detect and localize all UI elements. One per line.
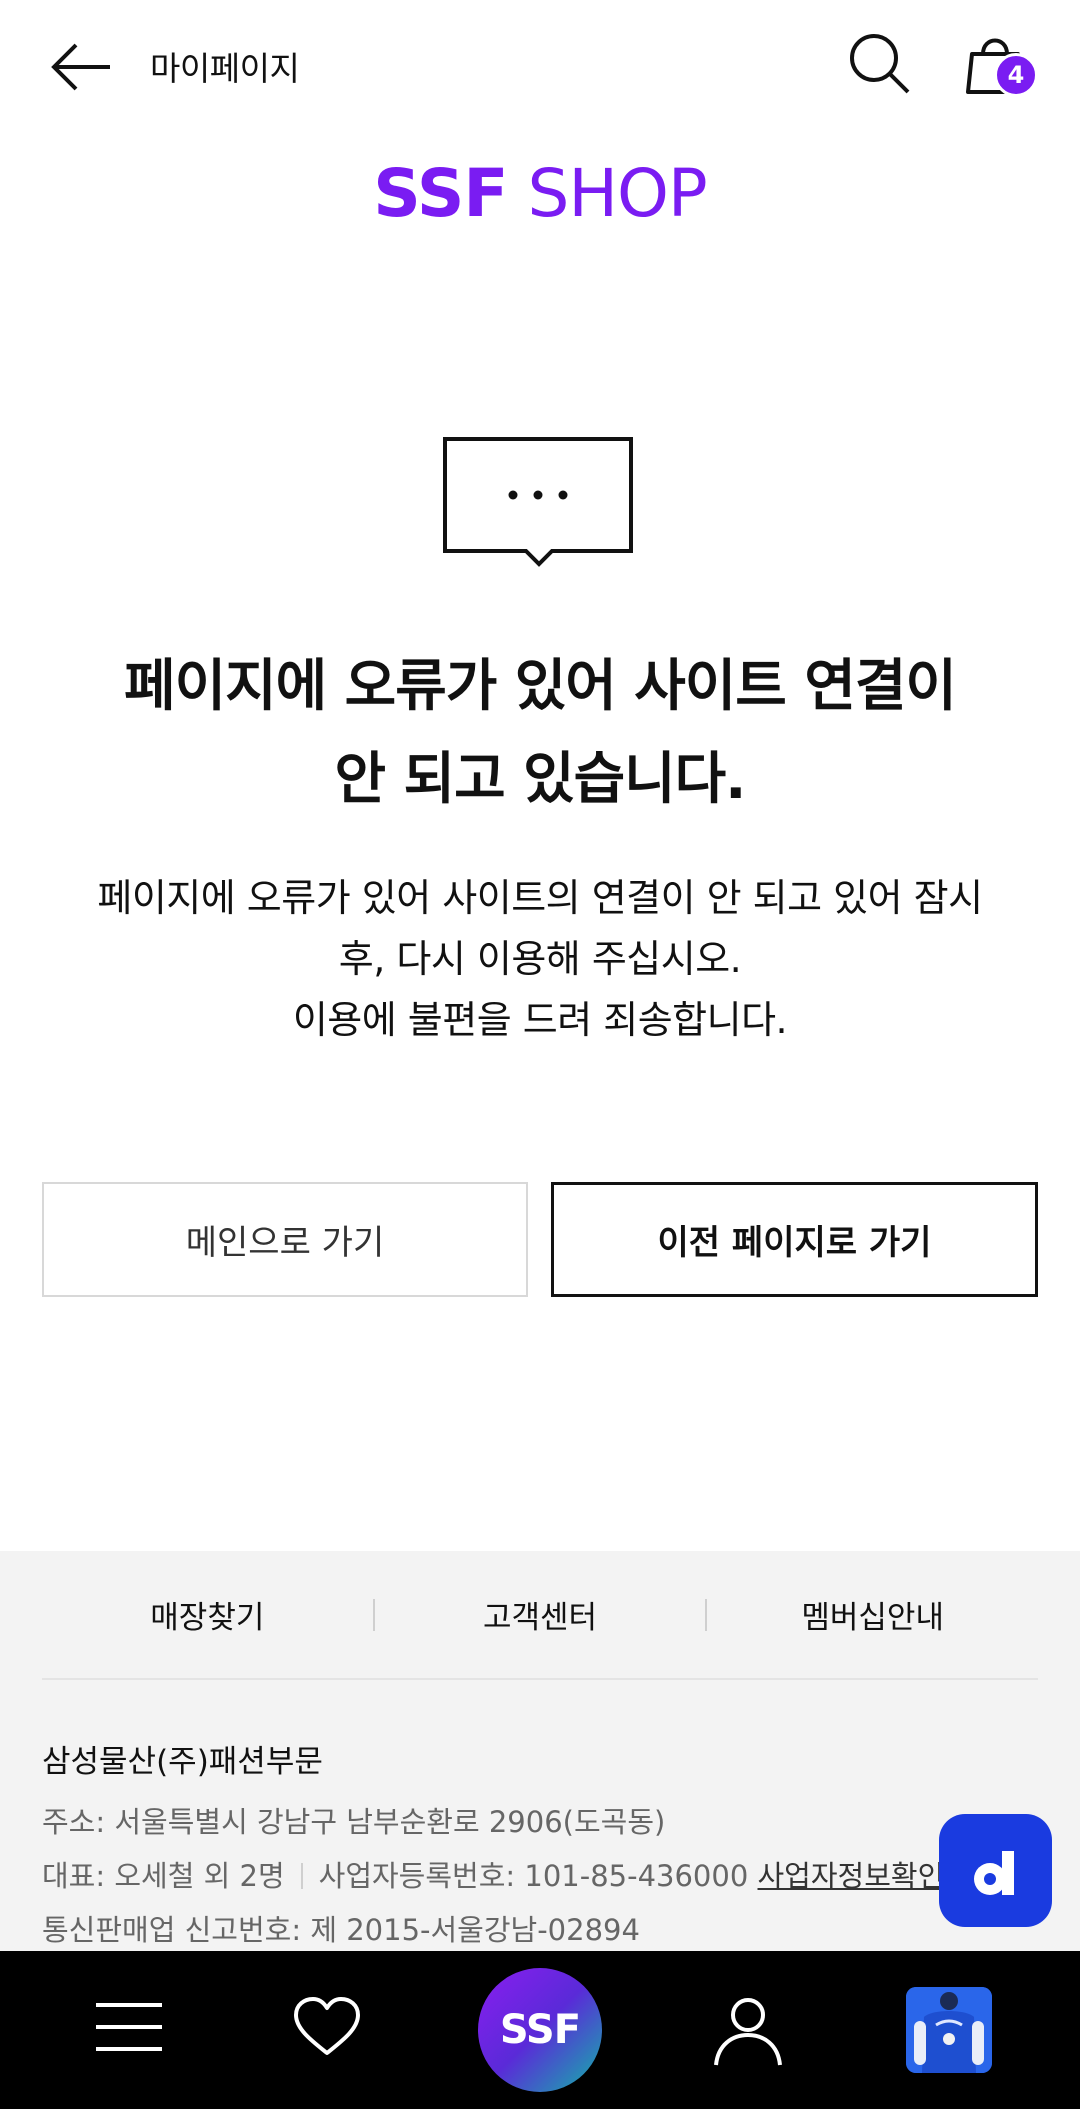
- logo-shop: SHOP: [527, 155, 707, 232]
- search-button[interactable]: [846, 30, 912, 96]
- company-info-row: 대표: 오세철 외 2명 사업자등록번호: 101-85-436000 사업자정보…: [42, 1853, 944, 1895]
- back-button[interactable]: [46, 38, 118, 96]
- page-title: 마이페이지: [150, 49, 300, 88]
- bottom-navigation: SSF: [0, 1951, 1080, 2109]
- speech-bubble-icon: [443, 437, 633, 572]
- menu-icon: [96, 2003, 162, 2051]
- error-description: 페이지에 오류가 있어 사이트의 연결이 안 되고 있어 잠시 후, 다시 이용…: [20, 868, 1060, 1051]
- heart-icon: [294, 1997, 360, 2055]
- user-icon: [714, 1998, 782, 2066]
- error-desc-line1: 페이지에 오류가 있어 사이트의 연결이 안 되고 있어 잠시: [97, 876, 983, 920]
- mail-order-number: 통신판매업 신고번호: 제 2015-서울강남-02894: [42, 1913, 640, 1947]
- error-title-line1: 페이지에 오류가 있어 사이트 연결이: [124, 654, 957, 719]
- company-address: 주소: 서울특별시 강남구 남부순환로 2906(도곡동): [42, 1805, 666, 1839]
- error-title: 페이지에 오류가 있어 사이트 연결이 안 되고 있습니다.: [20, 640, 1060, 826]
- footer-link-membership[interactable]: 멤버십안내: [707, 1592, 1038, 1637]
- d-logo-icon: [973, 1850, 1014, 1895]
- error-desc-line3: 이용에 불편을 드려 죄송합니다.: [292, 998, 788, 1042]
- footer-link-store-finder[interactable]: 매장찾기: [42, 1592, 373, 1637]
- business-info-link[interactable]: 사업자정보확인: [758, 1859, 945, 1893]
- ceo-info: 대표: 오세철 외 2명: [42, 1859, 285, 1893]
- footer-links: 매장찾기 고객센터 멤버십안내: [42, 1551, 1038, 1680]
- go-main-button[interactable]: 메인으로 가기: [42, 1182, 528, 1297]
- menu-button[interactable]: [94, 1997, 164, 2057]
- error-title-line2: 안 되고 있습니다.: [334, 747, 747, 812]
- top-bar: 마이페이지 4: [0, 0, 1080, 130]
- search-icon: [850, 34, 910, 94]
- ssf-shop-logo[interactable]: SSF SHOP: [0, 155, 1080, 232]
- divider: [300, 1863, 303, 1889]
- footer-link-customer-center[interactable]: 고객센터: [375, 1592, 706, 1637]
- recent-product-thumbnail[interactable]: [906, 1987, 992, 2073]
- cart-count-badge: 4: [994, 53, 1038, 97]
- business-number: 사업자등록번호: 101-85-436000: [318, 1859, 749, 1893]
- footer: 매장찾기 고객센터 멤버십안내 삼성물산(주)패션부문 주소: 서울특별시 강남…: [0, 1551, 1080, 1951]
- jacket-image-icon: [906, 1987, 992, 2073]
- arrow-left-icon: [51, 43, 110, 91]
- my-page-button[interactable]: [712, 1995, 784, 2067]
- logo-ssf: SSF: [373, 155, 508, 232]
- company-name: 삼성물산(주)패션부문: [42, 1744, 323, 1780]
- ssf-home-button[interactable]: SSF: [478, 1968, 602, 2092]
- error-desc-line2: 후, 다시 이용해 주십시오.: [338, 937, 742, 981]
- wishlist-button[interactable]: [292, 1995, 362, 2059]
- go-previous-page-button[interactable]: 이전 페이지로 가기: [551, 1182, 1038, 1297]
- floating-d-button[interactable]: [939, 1814, 1052, 1927]
